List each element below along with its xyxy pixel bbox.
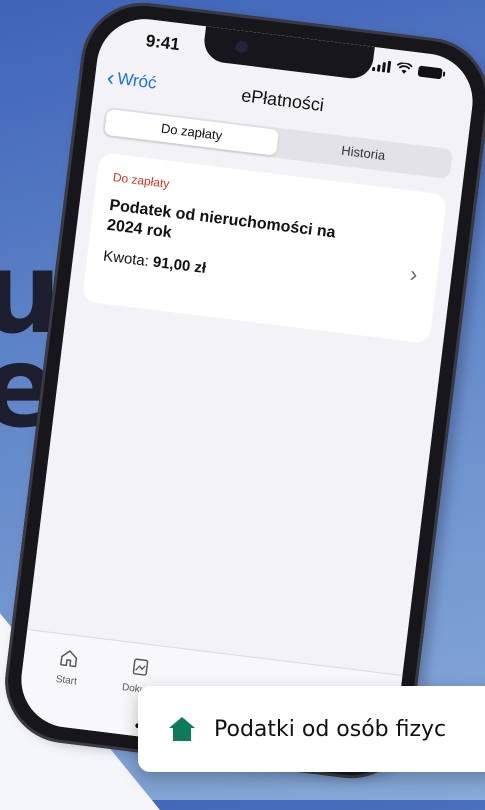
notification-text: Podatki od osób fizyc <box>214 716 447 742</box>
home-outline-icon <box>60 650 78 668</box>
wifi-icon <box>396 62 413 74</box>
camera-icon <box>235 40 249 54</box>
tab-historia[interactable]: Historia <box>276 130 451 177</box>
tab-do-zaplaty[interactable]: Do zapłaty <box>104 108 279 156</box>
status-icons <box>371 59 443 79</box>
tab-start[interactable]: Start <box>31 643 105 690</box>
notification-banner[interactable]: Podatki od osób fizyc <box>138 686 485 772</box>
battery-icon <box>417 65 443 79</box>
chevron-right-icon: › <box>408 261 419 287</box>
amount-value: 91,00 zł <box>151 253 207 278</box>
tab-start-label: Start <box>55 673 78 688</box>
payment-card[interactable]: Do zapłaty Podatek od nieruchomości na 2… <box>81 152 448 344</box>
payment-amount: Kwota: 91,00 zł <box>102 248 420 304</box>
phone-frame: 9:41 ‹ Wróć ePłatności Do zapłaty Histor… <box>0 0 485 786</box>
phone-screen: 9:41 ‹ Wróć ePłatności Do zapłaty Histor… <box>15 13 479 768</box>
status-time: 9:41 <box>144 31 181 55</box>
document-icon <box>132 658 149 676</box>
notch <box>201 26 375 81</box>
home-icon <box>169 717 195 741</box>
signal-icon <box>371 59 392 74</box>
amount-label: Kwota: <box>102 247 150 271</box>
